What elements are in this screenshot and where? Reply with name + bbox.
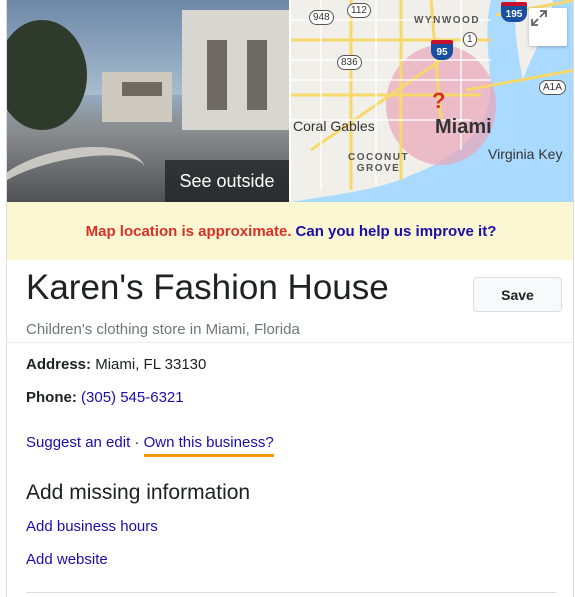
- add-website-link[interactable]: Add website: [26, 551, 108, 568]
- expand-icon: [531, 10, 547, 26]
- improve-location-link[interactable]: Can you help us improve it?: [296, 223, 497, 240]
- approximate-location-marker-icon: ?: [432, 88, 446, 113]
- building-window: [207, 40, 227, 110]
- building: [102, 72, 172, 122]
- building: [182, 10, 289, 130]
- map-label-wynwood: WYNWOOD: [414, 15, 481, 26]
- own-business-link[interactable]: Own this business?: [143, 434, 274, 457]
- divider: [7, 342, 573, 343]
- map-label-coconut: COCONUT: [348, 152, 410, 163]
- map-label-virginia-key: Virginia Key: [488, 146, 563, 162]
- expand-map-button[interactable]: [529, 8, 567, 46]
- map-label-miami: Miami: [435, 116, 492, 138]
- phone-label: Phone:: [26, 389, 77, 406]
- see-outside-button[interactable]: See outside: [165, 160, 289, 202]
- address-row: Address: Miami, FL 33130: [26, 356, 206, 373]
- save-button[interactable]: Save: [473, 277, 562, 312]
- missing-info-heading: Add missing information: [26, 481, 251, 504]
- building-window: [122, 82, 162, 96]
- approximate-location-warning: Map location is approximate.: [85, 222, 292, 240]
- route-948-shield: 948: [309, 10, 334, 25]
- business-category: Children's clothing store in Miami, Flor…: [26, 321, 300, 338]
- interstate-195-shield: 195: [501, 2, 527, 22]
- add-business-hours-link[interactable]: Add business hours: [26, 518, 158, 535]
- interstate-95-shield: 95: [431, 40, 453, 60]
- map-label-coconut-grove: COCONUT GROVE: [348, 152, 409, 174]
- us-1-shield: 1: [463, 32, 477, 47]
- business-name: Karen's Fashion House: [26, 268, 389, 307]
- address-label: Address:: [26, 356, 92, 373]
- business-actions: Suggest an edit · Own this business?: [26, 434, 274, 457]
- link-separator: ·: [134, 434, 140, 451]
- knowledge-panel: See outside 948 112 836 A1A 1 95 195 WYN…: [6, 0, 574, 597]
- media-header: See outside 948 112 836 A1A 1 95 195 WYN…: [7, 0, 573, 202]
- map-thumbnail[interactable]: 948 112 836 A1A 1 95 195 WYNWOOD Coral G…: [291, 0, 573, 202]
- phone-link[interactable]: (305) 545-6321: [81, 389, 184, 406]
- map-label-grove: GROVE: [356, 163, 401, 174]
- address-value: Miami, FL 33130: [95, 356, 207, 373]
- approximate-location-notice: Map location is approximate. Can you hel…: [7, 202, 573, 260]
- phone-row: Phone: (305) 545-6321: [26, 389, 184, 406]
- route-a1a-shield: A1A: [539, 80, 566, 95]
- bottom-divider: [26, 592, 556, 593]
- street-view-image[interactable]: See outside: [7, 0, 289, 202]
- route-836-shield: 836: [337, 55, 362, 70]
- map-label-coral-gables: Coral Gables: [293, 118, 375, 134]
- suggest-edit-link[interactable]: Suggest an edit: [26, 434, 130, 451]
- route-112-shield: 112: [347, 3, 371, 18]
- building-window: [247, 40, 267, 110]
